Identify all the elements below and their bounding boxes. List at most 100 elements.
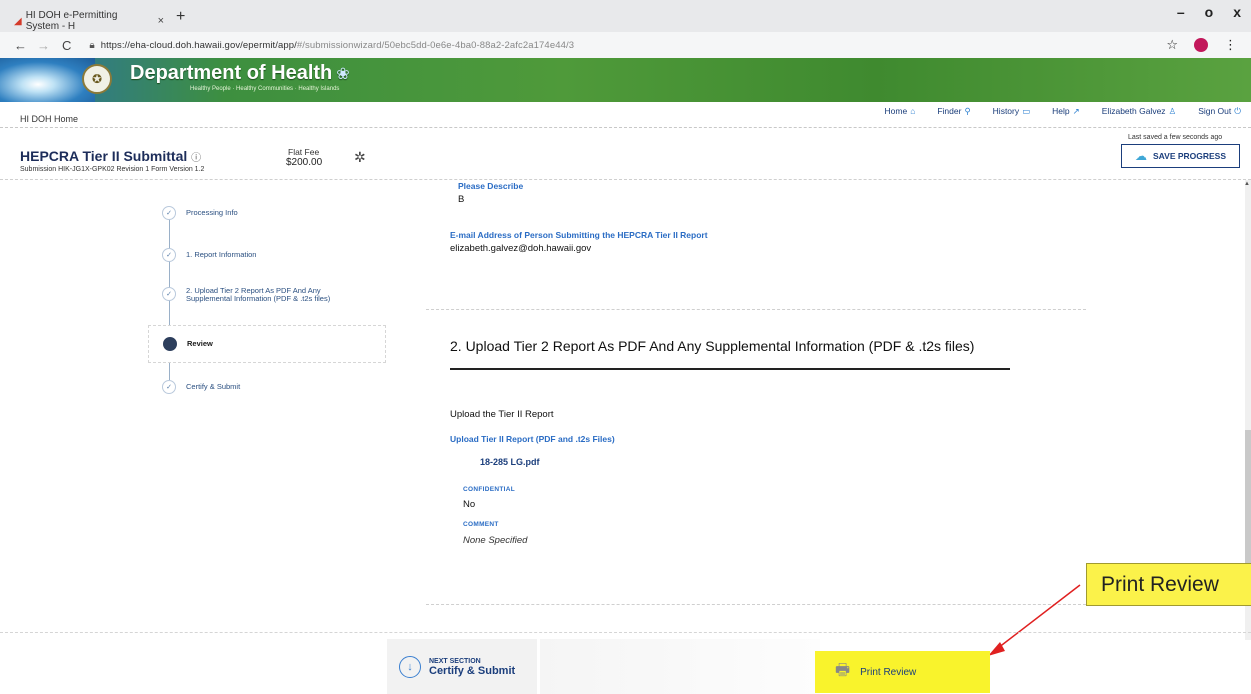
bookmark-star-icon[interactable]: ☆ [1166,37,1178,53]
home-icon: ⌂ [910,106,916,116]
wave-graphic [0,58,95,102]
forward-arrow-icon[interactable]: → [37,38,50,53]
sidebar-step-report-information[interactable]: ✓ 1. Report Information [148,248,256,262]
section-title-rule [450,368,1010,370]
back-arrow-icon[interactable]: ← [14,38,27,53]
url-main: https://eha-cloud.doh.hawaii.gov/epermit… [100,39,297,51]
print-review-button[interactable]: 🖶︎ Print Review [815,651,990,693]
department-name: Department of Health [130,62,333,84]
maximize-button[interactable]: o [1205,4,1214,20]
print-review-callout: Print Review [1086,563,1251,606]
fee-value: $200.00 [286,157,323,168]
top-navigation: HI DOH Home Home ⌂ Finder ⚲ History ▭ Help ↗… [0,102,1251,128]
nav-history[interactable]: History ▭ [993,106,1030,117]
step-current-icon [163,337,177,351]
fee-label: Flat Fee [288,147,320,157]
topnav-items: Home ⌂ Finder ⚲ History ▭ Help ↗ Elizabeth G… [885,106,1241,117]
nav-finder[interactable]: Finder ⚲ [937,106,970,117]
next-section-label: NEXT SECTION [429,657,481,665]
email-value: elizabeth.galvez@doh.hawaii.gov [450,243,592,254]
nav-history-label: History [992,106,1020,116]
bottom-action-bar: ↓ NEXT SECTION Certify & Submit 🖶︎ Print… [0,632,1251,694]
doh-banner: ✪ Department of Health ❀ Healthy People ·… [0,58,1251,102]
nav-home-label: Home [884,106,908,116]
hi-doh-home-link[interactable]: HI DOH Home [20,114,78,124]
step-label: Certify & Submit [186,382,241,391]
department-title: Department of Health ❀ [130,62,350,85]
save-progress-label: SAVE PROGRESS [1152,151,1227,161]
browser-tab-bar: ◢ HI DOH e-Permitting System - H × + – o… [0,0,1251,32]
signout-icon: ⏻ [1234,106,1241,116]
next-section-button[interactable]: ↓ NEXT SECTION Certify & Submit [387,639,537,694]
help-icon: ↗ [1072,106,1080,116]
sidebar-step-processing-info[interactable]: ✓ Processing Info [148,206,238,220]
reload-icon[interactable]: C [62,38,71,53]
minimize-button[interactable]: – [1177,4,1185,20]
history-icon: ▭ [1022,106,1031,116]
confidential-label: CONFIDENTIAL [463,486,515,493]
nav-help[interactable]: Help ↗ [1052,106,1080,117]
step-label: 1. Report Information [186,250,257,259]
nav-help-label: Help [1052,106,1070,116]
describe-label: Please Describe [458,181,524,191]
upload-heading: Upload the Tier II Report [450,409,554,420]
step-label: Review [187,339,213,348]
lock-icon: 🔒︎ [89,39,95,51]
new-tab-button[interactable]: + [176,8,185,26]
step-check-icon: ✓ [162,287,176,301]
banner-tagline: Healthy People · Healthy Communities · H… [190,86,340,92]
tab-title: HI DOH e-Permitting System - H [25,10,118,32]
step-check-icon: ✓ [162,248,176,262]
browser-menu-icon[interactable]: ⋮ [1224,37,1237,53]
email-label: E-mail Address of Person Submitting the … [450,230,708,240]
url-rest: #/submissionwizard/50ebc5dd-0e6e-4ba0-88… [296,39,575,51]
last-saved-text: Last saved a few seconds ago [1128,134,1223,141]
nav-finder-label: Finder [937,106,962,116]
nav-signout[interactable]: Sign Out ⏻ [1198,106,1241,117]
user-icon: ♙ [1168,106,1177,116]
section-title: 2. Upload Tier 2 Report As PDF And Any S… [450,338,975,354]
comment-label: COMMENT [463,521,499,528]
scroll-up-icon[interactable]: ▲ [1244,181,1250,187]
upload-label: Upload Tier II Report (PDF and .t2s File… [450,434,615,444]
cloud-upload-icon: ☁ [1134,149,1147,163]
flower-logo-icon: ❀ [336,66,350,83]
browser-tab[interactable]: ◢ HI DOH e-Permitting System - H × [14,10,164,32]
step-label: 2. Upload Tier 2 Report As PDF And Any S… [186,286,331,303]
print-review-label: Print Review [860,666,917,678]
step-check-icon: ✓ [162,380,176,394]
nav-user-label: Elizabeth Galvez [1101,106,1166,116]
arrow-down-icon: ↓ [399,656,421,678]
tab-close-icon[interactable]: × [158,15,164,27]
sidebar-step-certify-submit[interactable]: ✓ Certify & Submit [148,380,240,394]
comment-value: None Specified [463,535,528,546]
sidebar-step-review[interactable]: Review [148,325,386,363]
info-icon[interactable]: ⓘ [191,153,201,164]
confidential-value: No [463,499,476,510]
describe-value: B [458,194,465,205]
nav-user[interactable]: Elizabeth Galvez ♙ [1102,106,1176,117]
nav-signout-label: Sign Out [1198,106,1232,116]
step-check-icon: ✓ [162,206,176,220]
printer-icon: 🖶︎ [835,661,851,679]
page-title: HEPCRA Tier II Submittal ⓘ [20,148,201,164]
save-progress-button[interactable]: ☁ SAVE PROGRESS [1121,144,1240,168]
search-icon: ⚲ [964,106,971,116]
sidebar-step-upload-tier2[interactable]: ✓ 2. Upload Tier 2 Report As PDF And Any… [148,287,366,303]
submission-info: Submission HIK-JG1X-GPK02 Revision 1 For… [20,166,205,173]
bottom-bar-background [540,639,820,694]
gear-icon[interactable]: ✲ [354,149,366,166]
address-bar: ← → C 🔒︎ https://eha-cloud.doh.hawaii.go… [0,32,1251,58]
profile-avatar[interactable] [1194,38,1208,52]
section-divider [426,309,1086,310]
site-favicon-icon: ◢ [14,15,22,27]
submittal-header: HEPCRA Tier II Submittal ⓘ Submission HI… [0,128,1251,180]
state-seal-icon: ✪ [82,64,112,94]
uploaded-file-link[interactable]: 18-285 LG.pdf [480,457,540,467]
next-section-value: Certify & Submit [429,664,516,677]
close-window-button[interactable]: x [1233,4,1241,20]
url-field[interactable]: https://eha-cloud.doh.hawaii.gov/epermit… [101,40,574,51]
window-controls: – o x [1177,4,1241,20]
describe-field: Please Describe B [458,181,523,205]
nav-home[interactable]: Home ⌂ [885,106,916,117]
